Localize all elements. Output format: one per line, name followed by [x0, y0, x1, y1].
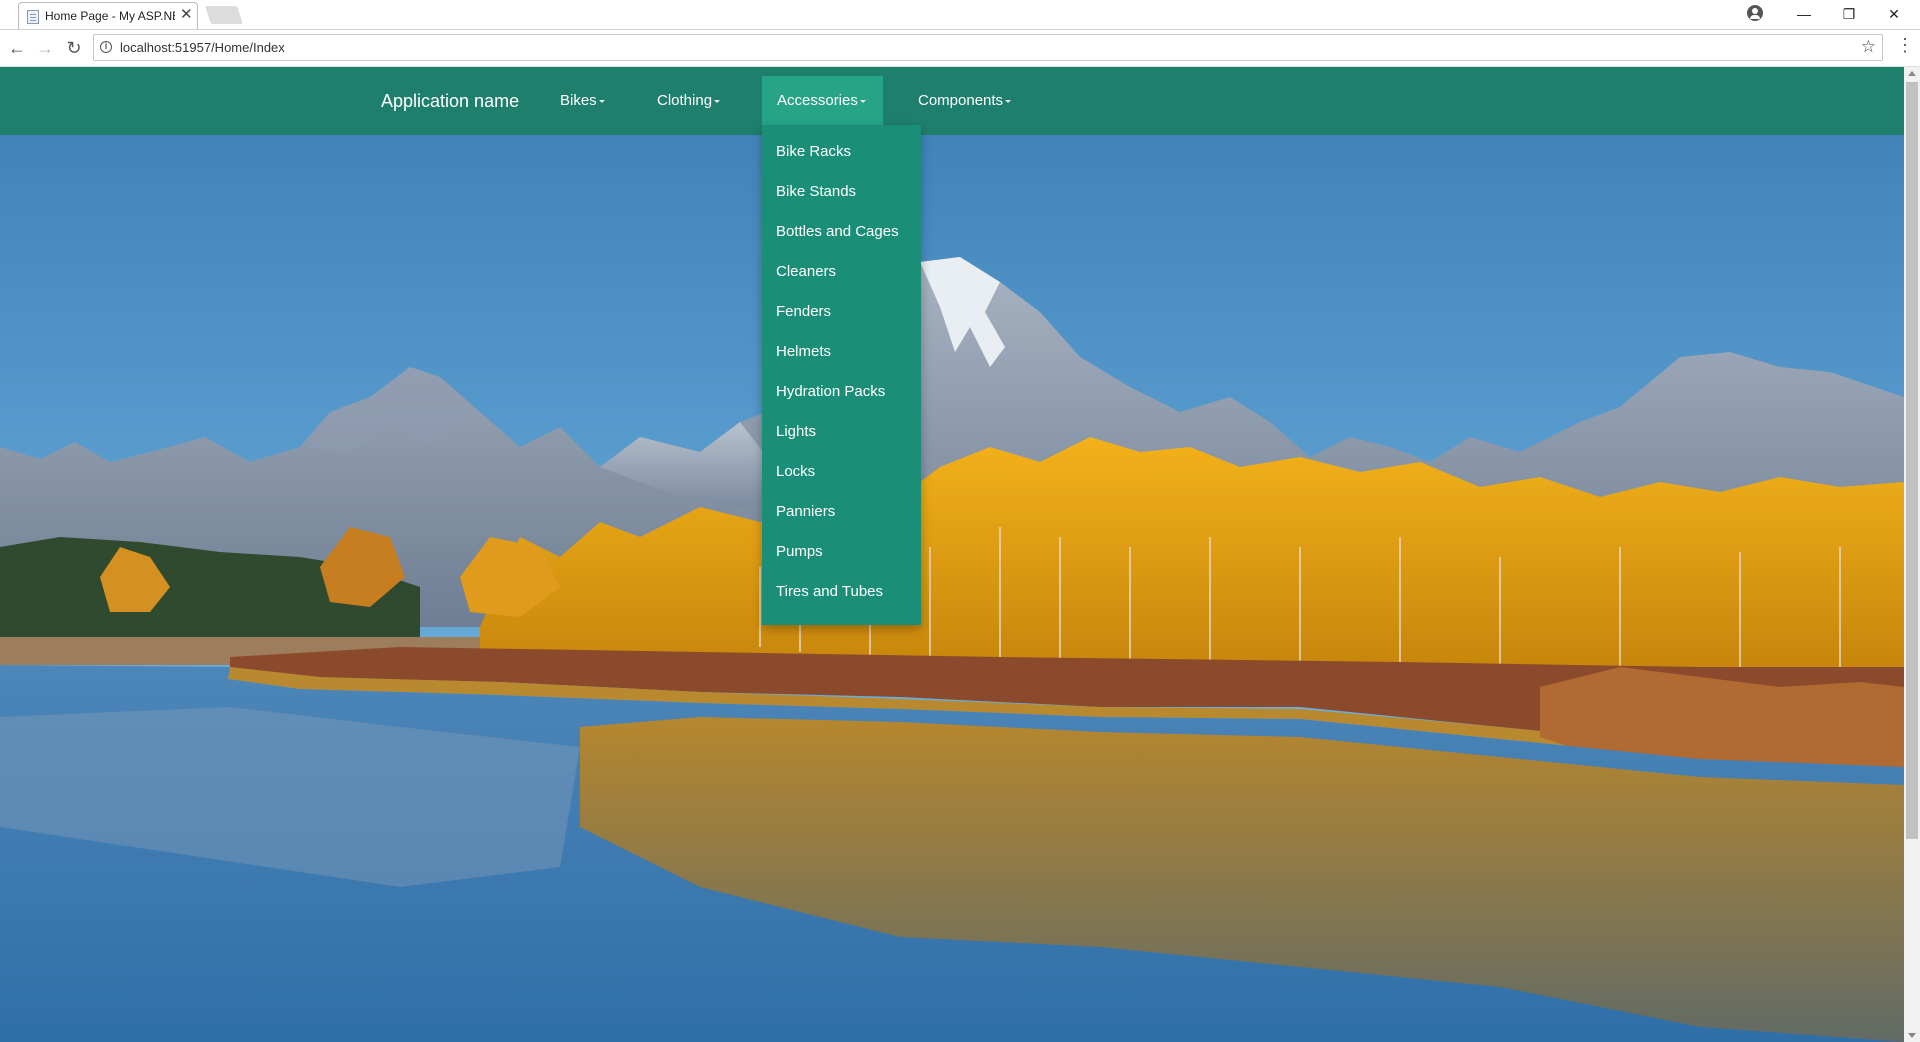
browser-toolbar: ← → ↻ i localhost:51957/Home/Index ☆ ⋮ [0, 30, 1920, 67]
tab-title: Home Page - My ASP.NE [45, 9, 175, 23]
url-text[interactable]: localhost:51957/Home/Index [120, 40, 285, 55]
page-favicon-icon [27, 10, 39, 24]
caret-down-icon [598, 99, 605, 103]
browser-tabstrip: Home Page - My ASP.NE ✕ — ❐ ✕ [0, 0, 1920, 30]
dropdown-item[interactable]: Panniers [776, 503, 835, 520]
star-icon[interactable]: ☆ [1861, 37, 1876, 57]
back-icon[interactable]: ← [4, 35, 30, 61]
profile-icon[interactable] [1747, 5, 1763, 21]
nav-item-label: Clothing [657, 92, 713, 109]
background-landscape-image [0, 67, 1904, 1042]
page-scrollbar[interactable] [1904, 67, 1920, 1042]
site-navbar: Application name Bikes Clothing Accessor… [0, 67, 1904, 135]
dropdown-item[interactable]: Locks [776, 463, 815, 480]
nav-item-clothing[interactable]: Clothing [642, 76, 735, 126]
caret-down-icon [859, 99, 866, 103]
nav-item-label: Accessories [777, 92, 858, 109]
dropdown-item[interactable]: Hydration Packs [776, 383, 885, 400]
caret-down-icon [1005, 99, 1012, 103]
caret-down-icon [714, 99, 721, 103]
menu-icon[interactable]: ⋮ [1896, 35, 1914, 56]
nav-item-accessories[interactable]: Accessories [762, 76, 883, 126]
scrollbar-thumb[interactable] [1906, 82, 1918, 839]
new-tab-button[interactable] [205, 6, 243, 24]
dropdown-item[interactable]: Bike Racks [776, 143, 851, 160]
scroll-down-icon[interactable] [1908, 1033, 1916, 1038]
page-viewport: Application name Bikes Clothing Accessor… [0, 67, 1904, 1042]
nav-item-bikes[interactable]: Bikes [545, 76, 620, 126]
brand-link[interactable]: Application name [381, 91, 519, 112]
dropdown-item[interactable]: Lights [776, 423, 816, 440]
dropdown-item[interactable]: Pumps [776, 543, 823, 560]
dropdown-item[interactable]: Bottles and Cages [776, 223, 899, 240]
accessories-dropdown-menu: Bike Racks Bike Stands Bottles and Cages… [762, 125, 921, 625]
tab-close-icon[interactable]: ✕ [180, 6, 193, 24]
dropdown-item[interactable]: Cleaners [776, 263, 836, 280]
reload-icon[interactable]: ↻ [61, 35, 87, 61]
info-icon[interactable]: i [100, 41, 112, 53]
restore-button[interactable]: ❐ [1829, 3, 1869, 25]
scroll-up-icon[interactable] [1908, 71, 1916, 76]
close-window-button[interactable]: ✕ [1874, 3, 1914, 25]
minimize-button[interactable]: — [1784, 3, 1824, 25]
nav-item-label: Bikes [560, 92, 597, 109]
dropdown-item[interactable]: Helmets [776, 343, 831, 360]
dropdown-item[interactable]: Bike Stands [776, 183, 856, 200]
nav-item-label: Components [918, 92, 1004, 109]
dropdown-item[interactable]: Fenders [776, 303, 831, 320]
forward-icon[interactable]: → [32, 35, 58, 61]
address-bar[interactable]: i localhost:51957/Home/Index ☆ [93, 34, 1883, 61]
dropdown-item[interactable]: Tires and Tubes [776, 583, 883, 600]
browser-tab[interactable]: Home Page - My ASP.NE ✕ [18, 2, 198, 29]
nav-item-components[interactable]: Components [903, 76, 1026, 126]
